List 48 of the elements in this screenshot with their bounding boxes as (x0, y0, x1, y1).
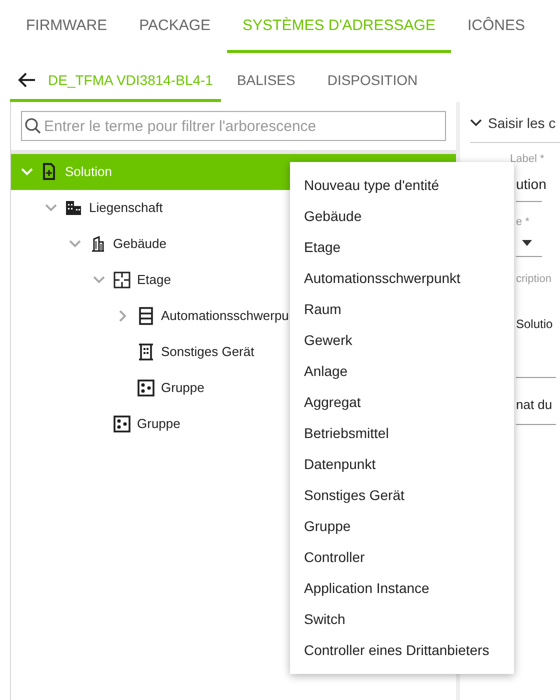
dropdown-caret-icon[interactable] (522, 240, 532, 246)
menu-item[interactable]: Anlage (290, 356, 514, 387)
menu-item[interactable]: Sonstiges Gerät (290, 480, 514, 511)
tab[interactable]: ICÔNES (451, 2, 541, 53)
menu-item[interactable]: Betriebsmittel (290, 418, 514, 449)
tab[interactable]: DISPOSITION (311, 61, 434, 102)
field-label: cription (516, 272, 552, 286)
tab[interactable]: PACKAGE (123, 2, 227, 53)
chevron-down-icon[interactable] (470, 119, 482, 127)
menu-item[interactable]: Gebäude (290, 201, 514, 232)
back-arrow-icon[interactable] (18, 72, 36, 88)
tree-item-label: Gebäude (113, 235, 166, 254)
menu-item[interactable]: Controller (290, 542, 514, 573)
menu-item[interactable]: Etage (290, 232, 514, 263)
field-label: Label * (510, 153, 544, 163)
tree-item-label: Etage (137, 271, 171, 290)
field-label: e * (516, 214, 530, 230)
menu-item[interactable]: Automationsschwerpunkt (290, 263, 514, 294)
floor-plan-icon (113, 271, 131, 289)
chevron-right-icon[interactable] (118, 309, 128, 323)
tree-item-label: Liegenschaft (89, 199, 163, 218)
tree-item-label: Solution (65, 163, 112, 182)
field-value: ution (516, 175, 546, 194)
section-header[interactable]: Saisir les c (488, 112, 556, 134)
tree-item-label: Sonstiges Gerät (161, 343, 254, 362)
field-label: nat du (516, 396, 552, 414)
cabinet-icon (137, 307, 155, 325)
search-icon (24, 117, 42, 135)
tree-item-label: Automationsschwerpu (161, 307, 289, 326)
menu-item[interactable]: Datenpunkt (290, 449, 514, 480)
menu-item[interactable]: Switch (290, 604, 514, 635)
dots-square-icon (137, 379, 155, 397)
building-icon (89, 235, 107, 253)
device-icon (137, 343, 155, 361)
field-value: Solutio (516, 316, 553, 333)
menu-item[interactable]: Controller eines Drittanbieters (290, 635, 514, 666)
menu-item[interactable]: Aggregat (290, 387, 514, 418)
buildings-icon (65, 199, 83, 217)
tab[interactable]: BALISES (220, 61, 312, 102)
menu-item[interactable]: Gewerk (290, 325, 514, 356)
tree-item-label: Gruppe (161, 379, 204, 398)
dots-square-icon (113, 415, 131, 433)
menu-item[interactable]: Raum (290, 294, 514, 325)
tab[interactable]: FIRMWARE (10, 2, 124, 53)
menu-item[interactable]: Application Instance (290, 573, 514, 604)
tree-item-label: Gruppe (137, 415, 180, 434)
menu-item[interactable]: Gruppe (290, 511, 514, 542)
filter-field[interactable]: Entrer le terme pour filtrer l'arborescence (21, 111, 446, 141)
